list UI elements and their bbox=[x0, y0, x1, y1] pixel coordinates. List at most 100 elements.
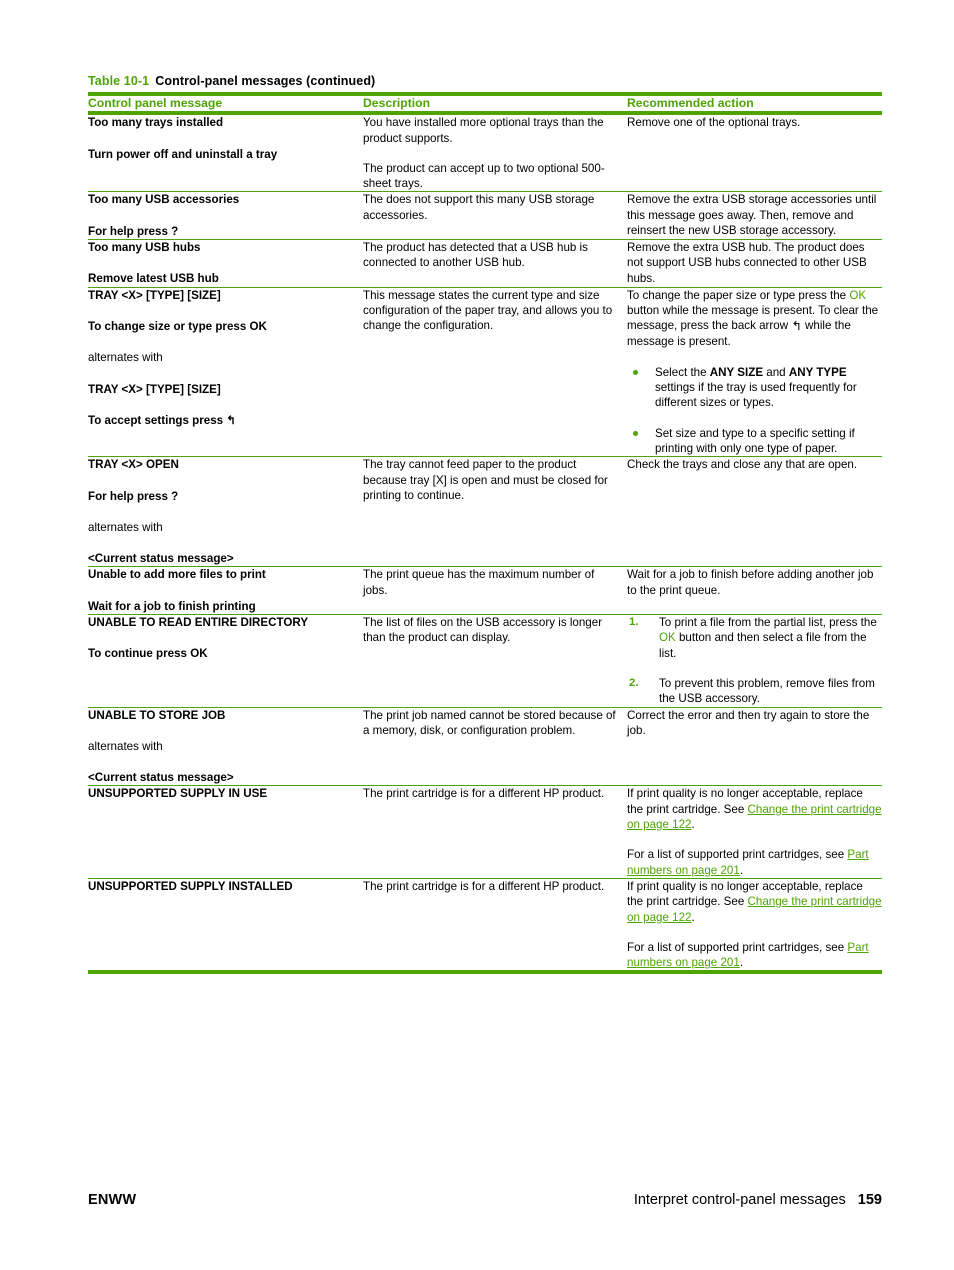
description-paragraph: The print queue has the maximum number o… bbox=[363, 568, 595, 597]
message-line: <Current status message> bbox=[88, 771, 234, 785]
message-line: Remove latest USB hub bbox=[88, 272, 219, 286]
action-paragraph: Wait for a job to finish before adding a… bbox=[627, 568, 874, 597]
alternates-with-label: alternates with bbox=[88, 520, 163, 534]
cell-message: UNSUPPORTED SUPPLY INSTALLED bbox=[88, 878, 353, 975]
cell-action: Remove the extra USB storage accessories… bbox=[617, 191, 882, 241]
action-text-b: . bbox=[691, 818, 695, 832]
cell-action: If print quality is no longer acceptable… bbox=[617, 878, 882, 975]
table-number: Table 10-1 bbox=[88, 74, 150, 88]
bullet-text-c: and bbox=[763, 365, 789, 379]
message-line: UNABLE TO READ ENTIRE DIRECTORY bbox=[88, 616, 309, 630]
description-paragraph: You have installed more optional trays t… bbox=[363, 116, 604, 145]
action-paragraph: If print quality is no longer acceptable… bbox=[627, 879, 882, 925]
cell-action: If print quality is no longer acceptable… bbox=[617, 785, 882, 879]
cell-description: The list of files on the USB accessory i… bbox=[353, 614, 617, 708]
action-text-a: To change the paper size or type press t… bbox=[627, 288, 850, 302]
bullet-bold-any-type: ANY TYPE bbox=[788, 365, 847, 379]
description-paragraph: The tray cannot feed paper to the produc… bbox=[363, 458, 608, 502]
table-title: Control-panel messages (continued) bbox=[155, 74, 376, 88]
description-paragraph: The print job named cannot be stored bec… bbox=[363, 708, 616, 737]
message-line: TRAY <X> OPEN bbox=[88, 458, 179, 472]
message-line: TRAY <X> [TYPE] [SIZE] bbox=[88, 288, 221, 302]
action-paragraph: If print quality is no longer acceptable… bbox=[627, 786, 882, 832]
message-line: Turn power off and uninstall a tray bbox=[88, 147, 278, 161]
cell-message: Too many trays installed Turn power off … bbox=[88, 113, 353, 193]
cell-description: You have installed more optional trays t… bbox=[353, 113, 617, 193]
cell-description: The print cartridge is for a different H… bbox=[353, 785, 617, 879]
document-page: Table 10-1 Control-panel messages (contin… bbox=[0, 0, 954, 1270]
table-row: Too many trays installed Turn power off … bbox=[88, 113, 882, 193]
description-paragraph: The product has detected that a USB hub … bbox=[363, 241, 588, 270]
table-row: Unable to add more files to print Wait f… bbox=[88, 566, 882, 616]
message-line: For help press ? bbox=[88, 224, 179, 238]
ok-button-reference: OK bbox=[849, 288, 867, 302]
column-header-control-panel-message: Control panel message bbox=[88, 91, 353, 116]
cell-description: The print cartridge is for a different H… bbox=[353, 878, 617, 975]
cell-description: The does not support this many USB stora… bbox=[353, 191, 617, 241]
message-line: Too many USB hubs bbox=[88, 241, 201, 255]
table-body: Too many trays installed Turn power off … bbox=[88, 113, 882, 975]
cell-description: The print queue has the maximum number o… bbox=[353, 566, 617, 616]
ok-button-reference: OK bbox=[659, 631, 676, 645]
table-caption: Table 10-1 Control-panel messages (contin… bbox=[88, 74, 375, 88]
cell-action: Check the trays and close any that are o… bbox=[617, 456, 882, 568]
message-line: UNSUPPORTED SUPPLY INSTALLED bbox=[88, 879, 293, 893]
cell-message: TRAY <X> OPEN For help press ? alternate… bbox=[88, 456, 353, 568]
action-text-b: . bbox=[691, 910, 695, 924]
action-paragraph: Remove the extra USB storage accessories… bbox=[627, 193, 877, 238]
step-text-b: button and then select a file from the l… bbox=[659, 631, 867, 660]
message-line: For help press ? bbox=[88, 489, 179, 503]
column-header-description: Description bbox=[353, 91, 617, 116]
table-row: UNSUPPORTED SUPPLY IN USE The print cart… bbox=[88, 785, 882, 879]
footer-section: Interpret control-panel messages 159 bbox=[634, 1192, 882, 1208]
message-line: TRAY <X> [TYPE] [SIZE] bbox=[88, 382, 221, 396]
cell-description: This message states the current type and… bbox=[353, 287, 617, 458]
message-line: <Current status message> bbox=[88, 552, 234, 566]
cell-message: Unable to add more files to print Wait f… bbox=[88, 566, 353, 616]
cell-description: The print job named cannot be stored bec… bbox=[353, 707, 617, 787]
cell-message: TRAY <X> [TYPE] [SIZE] To change size or… bbox=[88, 287, 353, 458]
action-paragraph: For a list of supported print cartridges… bbox=[627, 940, 882, 971]
action-text-b: . bbox=[739, 956, 744, 970]
table-row: TRAY <X> OPEN For help press ? alternate… bbox=[88, 456, 882, 568]
list-item: Set size and type to a specific setting … bbox=[627, 426, 882, 457]
cell-action: Remove one of the optional trays. bbox=[617, 113, 882, 193]
cell-message: UNABLE TO STORE JOB alternates with <Cur… bbox=[88, 707, 353, 787]
cell-action: Remove the extra USB hub. The product do… bbox=[617, 239, 882, 288]
action-paragraph: Remove the extra USB hub. The product do… bbox=[627, 241, 867, 285]
message-line: Too many USB accessories bbox=[88, 193, 240, 207]
message-line: UNABLE TO STORE JOB bbox=[88, 708, 226, 722]
description-paragraph: The print cartridge is for a different H… bbox=[363, 879, 605, 893]
table-row: TRAY <X> [TYPE] [SIZE] To change size or… bbox=[88, 287, 882, 458]
table-row: UNABLE TO READ ENTIRE DIRECTORY To conti… bbox=[88, 614, 882, 708]
column-header-recommended-action: Recommended action bbox=[617, 91, 882, 116]
list-item: Select the ANY SIZE and ANY TYPE setting… bbox=[627, 365, 882, 411]
list-item: To print a file from the partial list, p… bbox=[627, 615, 882, 661]
action-text-b: . bbox=[739, 863, 744, 877]
action-numbered-list: To print a file from the partial list, p… bbox=[627, 615, 882, 706]
page-footer: ENWW Interpret control-panel messages 159 bbox=[88, 1192, 882, 1208]
message-line: To continue press OK bbox=[88, 647, 208, 661]
table-row: Too many USB hubs Remove latest USB hub … bbox=[88, 239, 882, 288]
step-text-a: To prevent this problem, remove files fr… bbox=[659, 676, 875, 706]
cell-description: The tray cannot feed paper to the produc… bbox=[353, 456, 617, 568]
cell-action: Wait for a job to finish before adding a… bbox=[617, 566, 882, 616]
description-paragraph: This message states the current type and… bbox=[363, 288, 613, 333]
alternates-with-label: alternates with bbox=[88, 739, 163, 753]
message-line: To change size or type press OK bbox=[88, 319, 267, 333]
cell-message: UNABLE TO READ ENTIRE DIRECTORY To conti… bbox=[88, 614, 353, 708]
step-text-a: To print a file from the partial list, p… bbox=[659, 616, 877, 630]
footer-page-number: 159 bbox=[857, 1192, 882, 1208]
action-text-a: For a list of supported print cartridges… bbox=[627, 848, 848, 862]
bullet-text-d: settings if the tray is used frequently … bbox=[655, 381, 857, 410]
description-paragraph: The print cartridge is for a different H… bbox=[363, 787, 605, 801]
cell-action: To change the paper size or type press t… bbox=[617, 287, 882, 458]
back-arrow-icon: ↰ bbox=[791, 318, 802, 334]
footer-section-title: Interpret control-panel messages bbox=[633, 1192, 846, 1208]
control-panel-messages-table: Control panel message Description Recomm… bbox=[88, 91, 882, 975]
action-bullet-list: Select the ANY SIZE and ANY TYPE setting… bbox=[627, 365, 882, 456]
action-paragraph: Check the trays and close any that are o… bbox=[627, 458, 858, 472]
message-line: Too many trays installed bbox=[88, 116, 224, 130]
message-line: Wait for a job to finish printing bbox=[88, 599, 256, 613]
action-text-a: For a list of supported print cartridges… bbox=[627, 940, 848, 954]
